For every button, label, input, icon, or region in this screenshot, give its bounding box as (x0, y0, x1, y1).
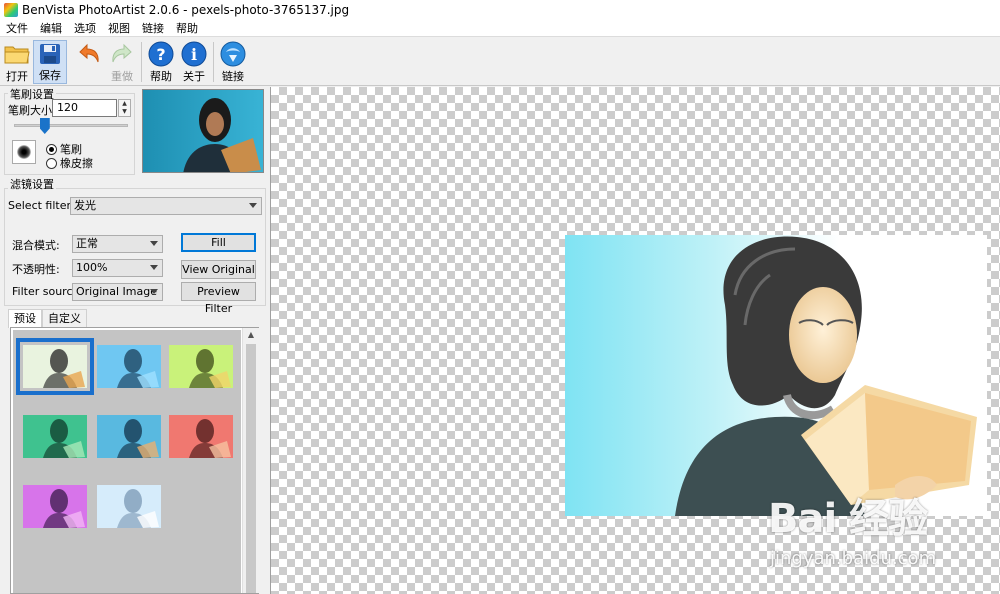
preset-thumbnail[interactable] (97, 345, 161, 388)
opacity-label: 不透明性: (12, 263, 60, 276)
eraser-radio-label: 橡皮擦 (60, 157, 93, 170)
eraser-radio[interactable]: 橡皮擦 (46, 155, 93, 171)
preset-thumbnail[interactable] (169, 345, 233, 388)
preview-filter-button[interactable]: Preview Filter (181, 282, 256, 315)
radio-unchecked-icon (46, 157, 57, 169)
link-label: 链接 (222, 70, 244, 83)
tab-custom[interactable]: 自定义 (42, 309, 87, 327)
preset-tabs: 预设 自定义 (8, 309, 87, 328)
menu-link[interactable]: 链接 (136, 20, 170, 36)
title-bar: BenVista PhotoArtist 2.0.6 - pexels-phot… (0, 0, 1000, 20)
help-question-icon: ? (147, 40, 175, 67)
undo-button[interactable] (72, 40, 106, 84)
open-button[interactable]: 打开 (0, 40, 34, 84)
chevron-down-icon (249, 203, 257, 208)
select-filter-label: Select filter: (8, 199, 75, 212)
menu-options[interactable]: 选项 (68, 20, 102, 36)
save-button[interactable]: 保存 (33, 40, 67, 84)
watermark-url: jingyan.baidu.com (770, 548, 937, 569)
folder-icon (3, 40, 31, 67)
blend-mode-label: 混合模式: (12, 239, 60, 252)
watermark-logo: Bai 经验 (768, 496, 928, 542)
info-icon: i (180, 40, 208, 67)
preset-thumbnail[interactable] (97, 415, 161, 458)
menu-help[interactable]: 帮助 (170, 20, 204, 36)
menu-bar: 文件 编辑 选项 视图 链接 帮助 (0, 20, 1000, 37)
app-logo-icon (4, 3, 18, 17)
redo-arrow-icon (108, 40, 136, 67)
preset-thumbnail[interactable] (23, 485, 87, 528)
redo-button[interactable]: 重做 (105, 40, 139, 84)
chevron-down-icon (150, 265, 158, 270)
filter-settings-title: 滤镜设置 (8, 176, 56, 192)
preset-scrollbar[interactable]: ▲ (242, 328, 259, 593)
watermark: Bai 经验 jingyan.baidu.com (768, 486, 1000, 594)
save-label: 保存 (39, 69, 61, 82)
scrollbar-thumb[interactable] (246, 344, 256, 593)
toolbar-separator (141, 42, 142, 82)
open-label: 打开 (6, 70, 28, 83)
about-button[interactable]: i 关于 (177, 40, 211, 84)
select-filter-dropdown[interactable]: 发光 (70, 197, 262, 215)
radio-checked-icon (46, 143, 57, 155)
brush-dot-icon (17, 145, 31, 159)
brush-settings-title: 笔刷设置 (8, 86, 56, 102)
blend-mode-dropdown[interactable]: 正常 (72, 235, 163, 253)
fill-button[interactable]: Fill (181, 233, 256, 252)
chevron-down-icon (150, 289, 158, 294)
window-title: BenVista PhotoArtist 2.0.6 - pexels-phot… (22, 3, 350, 17)
menu-file[interactable]: 文件 (0, 20, 34, 36)
preset-thumbnail[interactable] (16, 338, 94, 395)
select-filter-value: 发光 (74, 199, 96, 212)
preset-thumbnail[interactable] (23, 415, 87, 458)
link-button[interactable]: 链接 (216, 40, 250, 84)
preset-gallery: ▲ (10, 327, 259, 594)
view-original-button[interactable]: View Original (181, 260, 256, 279)
chevron-down-icon (150, 241, 158, 246)
brush-size-stepper[interactable]: ▲ ▼ (118, 99, 131, 117)
brush-size-label: 笔刷大小: (8, 104, 56, 117)
globe-link-icon (219, 40, 247, 67)
menu-edit[interactable]: 编辑 (34, 20, 68, 36)
tab-presets[interactable]: 预设 (8, 309, 42, 328)
help-label: 帮助 (150, 70, 172, 83)
brush-preview (12, 140, 36, 164)
brush-size-slider[interactable] (14, 124, 128, 127)
preset-thumbnail[interactable] (169, 415, 233, 458)
toolbar: 打开 保存 重做 ? 帮助 i 关于 链接 (0, 38, 1000, 86)
preset-thumbnail[interactable] (97, 485, 161, 528)
filter-source-value: Original Image (76, 285, 157, 298)
svg-text:i: i (191, 45, 197, 64)
svg-text:?: ? (156, 45, 165, 64)
menu-view[interactable]: 视图 (102, 20, 136, 36)
left-panel: 笔刷设置 笔刷大小: 120 ▲ ▼ 笔刷 橡皮擦 滤镜设置 Select fi… (0, 86, 270, 594)
toolbar-separator (213, 42, 214, 82)
undo-arrow-icon (75, 40, 103, 68)
stepper-down-icon[interactable]: ▼ (119, 108, 130, 116)
about-label: 关于 (183, 70, 205, 83)
blend-mode-value: 正常 (76, 237, 98, 250)
brush-size-input[interactable]: 120 (52, 99, 117, 117)
redo-label: 重做 (111, 70, 133, 83)
edited-photo[interactable] (565, 235, 987, 516)
opacity-dropdown[interactable]: 100% (72, 259, 163, 277)
opacity-value: 100% (76, 261, 108, 274)
floppy-disk-icon (36, 41, 64, 66)
stepper-up-icon[interactable]: ▲ (119, 100, 130, 108)
filter-source-dropdown[interactable]: Original Image (72, 283, 163, 301)
preset-grid (13, 330, 241, 593)
scroll-up-icon[interactable]: ▲ (243, 328, 259, 342)
navigator-thumbnail[interactable] (142, 89, 264, 173)
help-button[interactable]: ? 帮助 (144, 40, 178, 84)
